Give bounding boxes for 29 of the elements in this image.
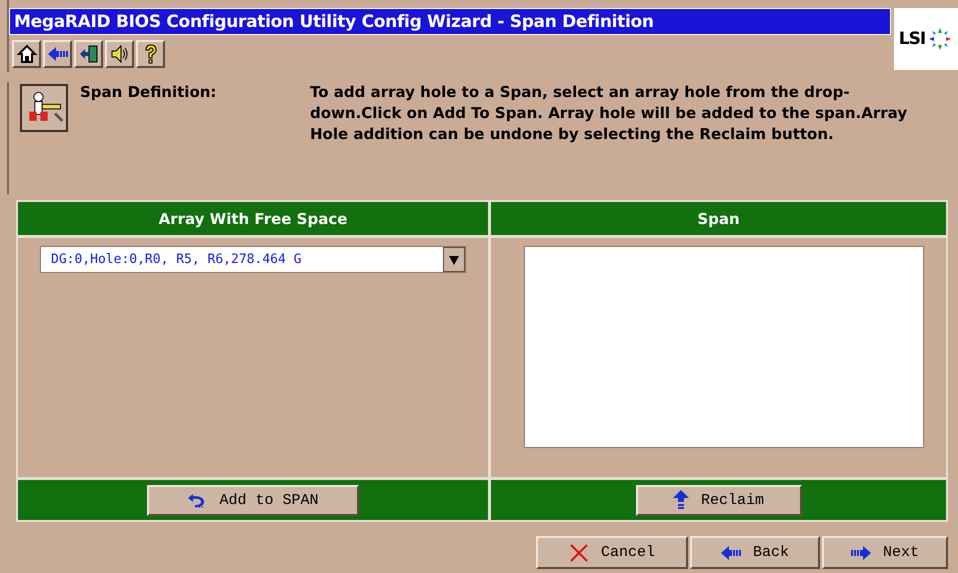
- left-arrow-icon: [720, 546, 741, 560]
- exit-door-icon: [78, 44, 98, 64]
- help-button[interactable]: [136, 40, 165, 68]
- array-dropdown[interactable]: DG:0,Hole:0,R0, R5, R6,278.464 G: [40, 246, 466, 273]
- next-button[interactable]: Next: [822, 536, 948, 569]
- tools-icon: [20, 84, 68, 132]
- close-icon: [568, 542, 589, 562]
- speaker-icon: [110, 44, 130, 64]
- logo-icon: [927, 26, 954, 52]
- exit-button[interactable]: [74, 40, 103, 68]
- instructions-text: To add array hole to a Span, select an array hole from the drop-down.Click on Add To Span. Array hole will be added to the span.Array Hole addition can be undone by selecting the Reclaim button.: [310, 82, 908, 145]
- back-button[interactable]: Back: [690, 536, 820, 569]
- window-title: MegaRAID BIOS Configuration Utility Config Wizard - Span Definition: [9, 8, 891, 35]
- right-arrow-icon: [850, 546, 871, 560]
- back-tool-button[interactable]: [43, 40, 72, 68]
- help-icon: [144, 44, 158, 64]
- left-arrow-icon: [48, 47, 68, 61]
- add-to-span-button[interactable]: Add to SPAN: [147, 484, 359, 516]
- logo: LSI: [894, 8, 958, 70]
- column-header: Span: [491, 202, 946, 235]
- section-label: Span Definition:: [80, 82, 218, 103]
- home-icon: [16, 44, 36, 64]
- home-button[interactable]: [12, 40, 41, 68]
- reclaim-button[interactable]: Reclaim: [636, 484, 802, 516]
- up-arrow-icon: [672, 490, 689, 510]
- cancel-button[interactable]: Cancel: [536, 536, 688, 569]
- sound-button[interactable]: [105, 40, 134, 68]
- caret-icon: [449, 254, 459, 264]
- column-header: Array With Free Space: [18, 202, 488, 235]
